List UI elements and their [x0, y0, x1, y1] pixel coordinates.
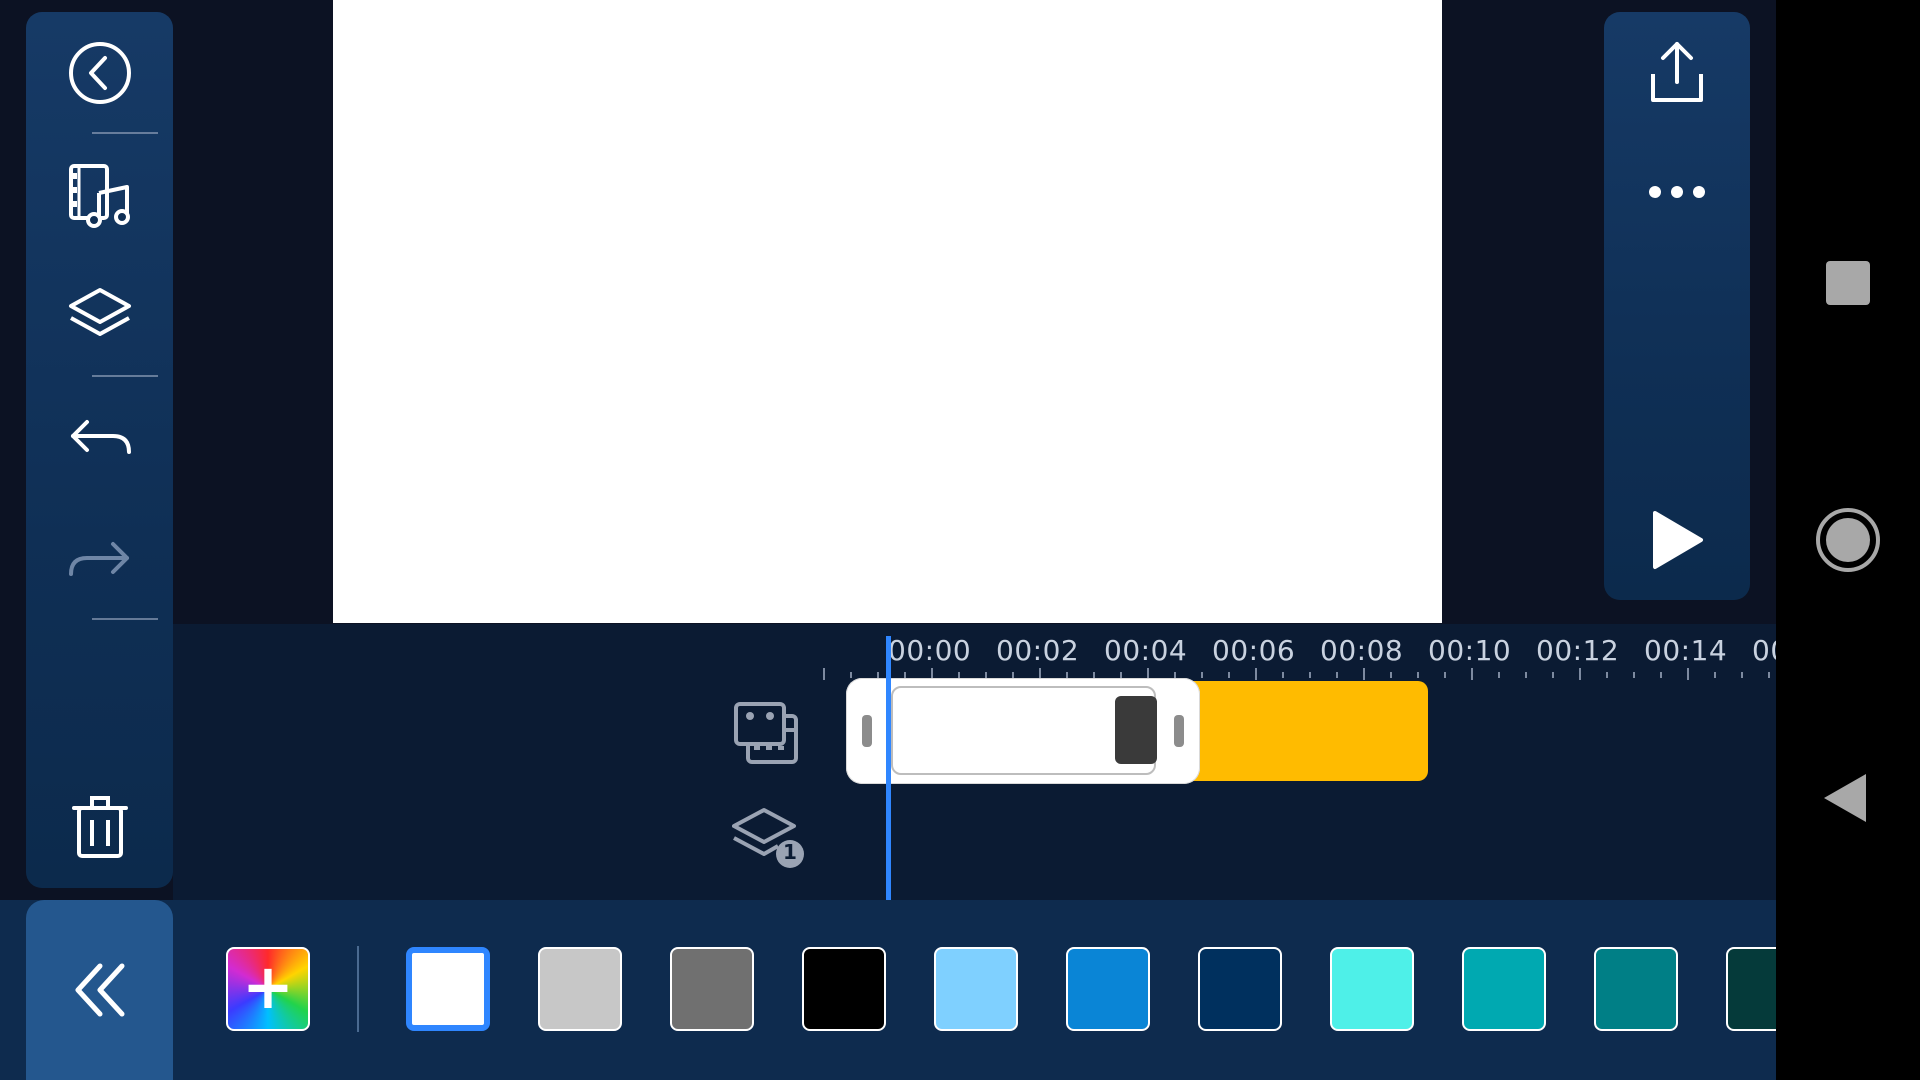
share-button[interactable] — [1604, 28, 1750, 118]
color-swatch[interactable] — [1462, 947, 1546, 1031]
play-icon — [1653, 511, 1703, 569]
more-dots-icon — [1649, 186, 1705, 198]
tick-label: 00:10 — [1428, 634, 1512, 667]
layer-track-button[interactable]: 1 — [732, 806, 804, 872]
trim-handle-right[interactable] — [1174, 715, 1184, 747]
color-swatch[interactable] — [538, 947, 622, 1031]
delete-button[interactable] — [26, 782, 173, 872]
color-swatch[interactable] — [934, 947, 1018, 1031]
minor-tick — [1525, 672, 1527, 678]
tick-label: 00:14 — [1644, 634, 1728, 667]
add-color-button[interactable]: + — [226, 947, 310, 1031]
play-button[interactable] — [1604, 495, 1750, 585]
redo-icon — [68, 542, 129, 576]
tick-label: 00:04 — [1104, 634, 1188, 667]
tick-label: 00 — [1752, 634, 1776, 667]
time-ruler[interactable]: 00:00 00:02 00:04 00:06 00:08 00:10 00:1… — [173, 624, 1776, 680]
color-swatch[interactable] — [406, 947, 490, 1031]
layers-button[interactable] — [26, 272, 173, 362]
minor-tick — [850, 672, 852, 678]
minor-tick — [1228, 672, 1230, 678]
left-toolbar — [26, 12, 173, 888]
minor-tick — [1741, 672, 1743, 678]
minor-tick — [1768, 672, 1770, 678]
video-track-icon[interactable] — [732, 700, 800, 766]
color-swatch[interactable] — [802, 947, 886, 1031]
minor-tick — [1714, 672, 1716, 678]
major-tick — [1687, 668, 1689, 680]
undo-button[interactable] — [26, 394, 173, 484]
double-chevron-left-icon — [75, 963, 124, 1017]
minor-tick — [1201, 672, 1203, 678]
tick-label: 00:06 — [1212, 634, 1296, 667]
color-swatch[interactable] — [1330, 947, 1414, 1031]
major-tick — [1363, 668, 1365, 680]
major-tick — [1471, 668, 1473, 680]
minor-tick — [1417, 672, 1419, 678]
playhead[interactable] — [886, 636, 891, 900]
video-editor-app: 00:00 00:02 00:04 00:06 00:08 00:10 00:1… — [0, 0, 1776, 1080]
collapse-button[interactable] — [26, 900, 173, 1080]
toolbar-divider — [92, 375, 158, 377]
media-music-button[interactable] — [26, 151, 173, 241]
trash-icon — [71, 796, 128, 858]
back-triangle-icon[interactable] — [1820, 772, 1870, 824]
tick-label: 00:02 — [996, 634, 1080, 667]
back-button[interactable] — [26, 28, 173, 118]
more-options-button[interactable] — [1604, 147, 1750, 237]
redo-button[interactable] — [26, 516, 173, 606]
trim-handle-left[interactable] — [862, 715, 872, 747]
clip-frame-thumbnail — [1115, 696, 1157, 764]
share-upload-icon — [1651, 42, 1703, 102]
minor-tick — [1498, 672, 1500, 678]
system-nav-bar — [1776, 0, 1920, 1080]
toolbar-divider — [92, 132, 158, 134]
media-music-icon — [68, 164, 130, 228]
right-toolbar — [1604, 12, 1750, 600]
back-circle-icon — [68, 42, 131, 104]
color-swatch[interactable] — [1726, 947, 1776, 1031]
color-swatch[interactable] — [1198, 947, 1282, 1031]
minor-tick — [1390, 672, 1392, 678]
home-circle-icon[interactable] — [1814, 506, 1882, 574]
minor-tick — [1633, 672, 1635, 678]
tick-label: 00:12 — [1536, 634, 1620, 667]
tick-label: 00:08 — [1320, 634, 1404, 667]
tick-label: 00:00 — [888, 634, 972, 667]
major-tick — [1255, 668, 1257, 680]
major-tick — [1579, 668, 1581, 680]
layer-count-badge: 1 — [783, 840, 797, 864]
major-tick — [823, 668, 825, 680]
plus-icon: + — [242, 950, 294, 1023]
recents-square-icon[interactable] — [1824, 259, 1872, 307]
minor-tick — [1552, 672, 1554, 678]
palette-divider — [357, 946, 359, 1032]
minor-tick — [1336, 672, 1338, 678]
preview-canvas — [333, 0, 1442, 623]
minor-tick — [1282, 672, 1284, 678]
undo-icon — [70, 420, 131, 454]
color-swatch[interactable] — [1594, 947, 1678, 1031]
toolbar-divider — [92, 618, 158, 620]
minor-tick — [1309, 672, 1311, 678]
minor-tick — [1660, 672, 1662, 678]
layers-icon — [68, 288, 131, 336]
minor-tick — [1606, 672, 1608, 678]
minor-tick — [1444, 672, 1446, 678]
color-swatch[interactable] — [1066, 947, 1150, 1031]
color-swatch[interactable] — [670, 947, 754, 1031]
